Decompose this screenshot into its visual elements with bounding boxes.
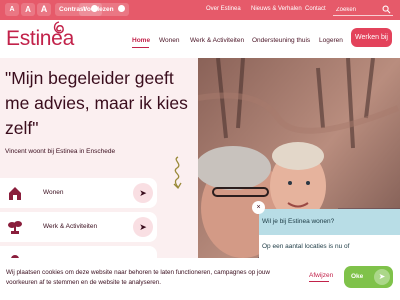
voorlezen-label: Voorlezen — [83, 6, 114, 13]
house-icon — [9, 187, 21, 200]
font-size-small-button[interactable]: A — [5, 3, 19, 16]
toplink-contact[interactable]: Contact — [305, 6, 326, 12]
chevron-right-icon: ➤ — [374, 269, 390, 285]
category-card-werk[interactable]: Werk & Activiteiten ➤ — [0, 212, 157, 242]
cookie-accept-button[interactable]: Oke ➤ — [344, 266, 393, 288]
search-icon[interactable] — [382, 5, 391, 14]
nav-wonen[interactable]: Wonen — [159, 37, 179, 44]
speaker-icon — [118, 5, 126, 12]
toplink-over-estinea[interactable]: Over Estinea — [206, 6, 241, 12]
voorlezen-toggle[interactable]: Voorlezen — [79, 3, 130, 16]
popup-text: Op een aantal locaties is nu of — [262, 243, 350, 250]
card-label-wonen: Wonen — [43, 189, 64, 196]
nav-logeren[interactable]: Logeren — [319, 37, 343, 44]
nav-home[interactable]: Home — [132, 37, 150, 44]
popup-title: Wil je bij Estinea wonen? — [262, 218, 335, 225]
accept-label: Oke — [351, 273, 364, 280]
werken-bij-button[interactable]: Werken bij — [351, 28, 392, 47]
plant-icon — [8, 221, 22, 234]
decline-underline — [309, 281, 329, 282]
logo-mark-icon — [53, 21, 64, 34]
search-input[interactable] — [336, 5, 380, 14]
search-bar — [333, 3, 393, 16]
cookie-text: Wij plaatsen cookies om deze website naa… — [6, 269, 270, 286]
card-label-werk: Werk & Activiteiten — [43, 223, 98, 230]
nav-ondersteuning-thuis[interactable]: Ondersteuning thuis — [252, 37, 310, 44]
squiggle-arrow-icon — [173, 156, 182, 190]
font-size-medium-button[interactable]: A — [21, 3, 35, 16]
close-icon[interactable]: × — [252, 201, 265, 214]
nav-werk-activiteiten[interactable]: Werk & Activiteiten — [190, 37, 244, 44]
toplink-nieuws[interactable]: Nieuws & Verhalen — [251, 6, 302, 12]
hero-quote: "Mijn begeleider geeft me advies, maar i… — [5, 68, 188, 138]
chevron-right-icon[interactable]: ➤ — [133, 217, 153, 237]
font-size-large-button[interactable]: A — [37, 3, 51, 16]
chevron-right-icon[interactable]: ➤ — [133, 183, 153, 203]
category-card-wonen[interactable]: Wonen ➤ — [0, 178, 157, 208]
nav-active-indicator — [132, 47, 149, 48]
hero-subtitle: Vincent woont bij Estinea in Enschede — [5, 148, 116, 155]
top-utility-bar: A A A Contrast Voorlezen Over Estinea Ni… — [0, 0, 400, 20]
cookie-decline-link[interactable]: Afwijzen — [309, 272, 333, 279]
